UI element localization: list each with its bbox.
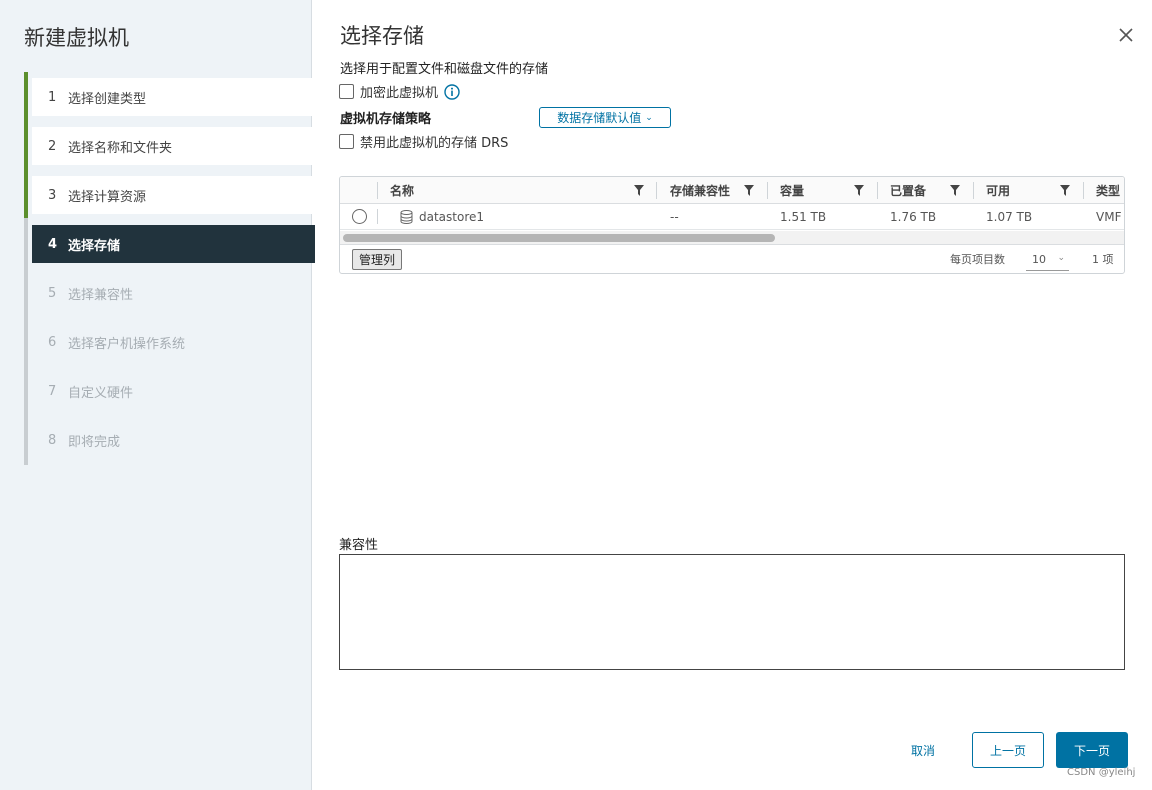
step-2[interactable]: 2 选择名称和文件夹: [32, 127, 312, 165]
step-1[interactable]: 1 选择创建类型: [32, 78, 312, 116]
page-title: 选择存储: [340, 24, 424, 48]
cell-free: 1.07 TB: [986, 210, 1033, 224]
step-label: 选择存储: [68, 238, 121, 254]
table-row[interactable]: datastore1 -- 1.51 TB 1.76 TB 1.07 TB VM…: [340, 204, 1124, 230]
progress-bar: [24, 72, 28, 218]
column-header-name[interactable]: 名称: [378, 177, 657, 204]
step-label: 选择创建类型: [68, 91, 147, 107]
encrypt-row: 加密此虚拟机: [339, 82, 460, 101]
per-page-select[interactable]: 10 ⌄: [1026, 249, 1069, 271]
grid-footer: 管理列 每页项目数 10 ⌄ 1 项: [340, 246, 1124, 273]
info-icon[interactable]: [444, 83, 460, 100]
encrypt-label: 加密此虚拟机: [360, 86, 439, 101]
main-panel: 选择存储 选择用于配置文件和磁盘文件的存储 加密此虚拟机 虚拟机存储策略 数据存…: [313, 0, 1152, 790]
close-icon[interactable]: [1117, 26, 1135, 44]
compatibility-panel: [339, 554, 1125, 670]
step-3[interactable]: 3 选择计算资源: [32, 176, 312, 214]
step-label: 即将完成: [68, 434, 121, 450]
next-button[interactable]: 下一页: [1056, 732, 1128, 768]
step-4[interactable]: 4 选择存储: [32, 225, 315, 263]
filter-icon[interactable]: [950, 185, 960, 196]
watermark: CSDN @yleihj: [1067, 767, 1136, 778]
datastore-radio[interactable]: [352, 209, 367, 224]
cell-compat: --: [670, 210, 679, 224]
wizard-steps: 1 选择创建类型 2 选择名称和文件夹 3 选择计算资源 4 选择存储 5 选择…: [24, 72, 315, 465]
manage-columns-button[interactable]: 管理列: [352, 249, 403, 270]
chevron-down-icon: ⌄: [1057, 253, 1065, 263]
cell-capacity: 1.51 TB: [780, 210, 827, 224]
storage-policy-select[interactable]: 数据存储默认值 ⌄: [539, 107, 671, 128]
disable-drs-row: 禁用此虚拟机的存储 DRS: [339, 132, 508, 151]
scroll-thumb[interactable]: [343, 234, 775, 242]
column-header-type[interactable]: 类型: [1084, 177, 1124, 204]
step-label: 选择兼容性: [68, 287, 134, 303]
disable-drs-checkbox[interactable]: [339, 134, 354, 149]
filter-icon[interactable]: [634, 185, 644, 196]
step-6: 6 选择客户机操作系统: [48, 334, 186, 352]
item-count: 1 项: [1092, 253, 1114, 266]
per-page-label: 每页项目数: [950, 253, 1005, 266]
horizontal-scrollbar[interactable]: [340, 231, 1124, 245]
cell-type: VMF: [1096, 210, 1122, 224]
step-7: 7 自定义硬件: [48, 383, 134, 401]
compatibility-label: 兼容性: [339, 538, 379, 553]
filter-icon[interactable]: [1060, 185, 1070, 196]
step-8: 8 即将完成: [48, 432, 121, 450]
page-subtitle: 选择用于配置文件和磁盘文件的存储: [340, 62, 549, 77]
step-5: 5 选择兼容性: [48, 285, 134, 303]
grid-header: 名称 存储兼容性 容量 已置备 可用 类型: [340, 177, 1124, 204]
database-icon: [400, 210, 413, 224]
chevron-down-icon: ⌄: [645, 112, 653, 123]
filter-icon[interactable]: [744, 185, 754, 196]
step-label: 自定义硬件: [68, 385, 134, 401]
filter-icon[interactable]: [854, 185, 864, 196]
wizard-sidebar: 新建虚拟机 1 选择创建类型 2 选择名称和文件夹 3 选择计算资源 4 选择存…: [0, 0, 315, 790]
back-button[interactable]: 上一页: [972, 732, 1044, 768]
wizard-title: 新建虚拟机: [24, 26, 129, 50]
step-label: 选择计算资源: [68, 189, 147, 205]
cell-provisioned: 1.76 TB: [890, 210, 937, 224]
storage-policy-label: 虚拟机存储策略: [340, 112, 432, 127]
step-label: 选择名称和文件夹: [68, 140, 173, 156]
cancel-button[interactable]: 取消: [888, 732, 958, 768]
step-label: 选择客户机操作系统: [68, 336, 186, 352]
disable-drs-label: 禁用此虚拟机的存储 DRS: [360, 136, 509, 151]
cell-name: datastore1: [388, 204, 484, 230]
encrypt-checkbox[interactable]: [339, 84, 354, 99]
datastore-grid: 名称 存储兼容性 容量 已置备 可用 类型 datastore1 -- 1.51…: [339, 176, 1125, 274]
